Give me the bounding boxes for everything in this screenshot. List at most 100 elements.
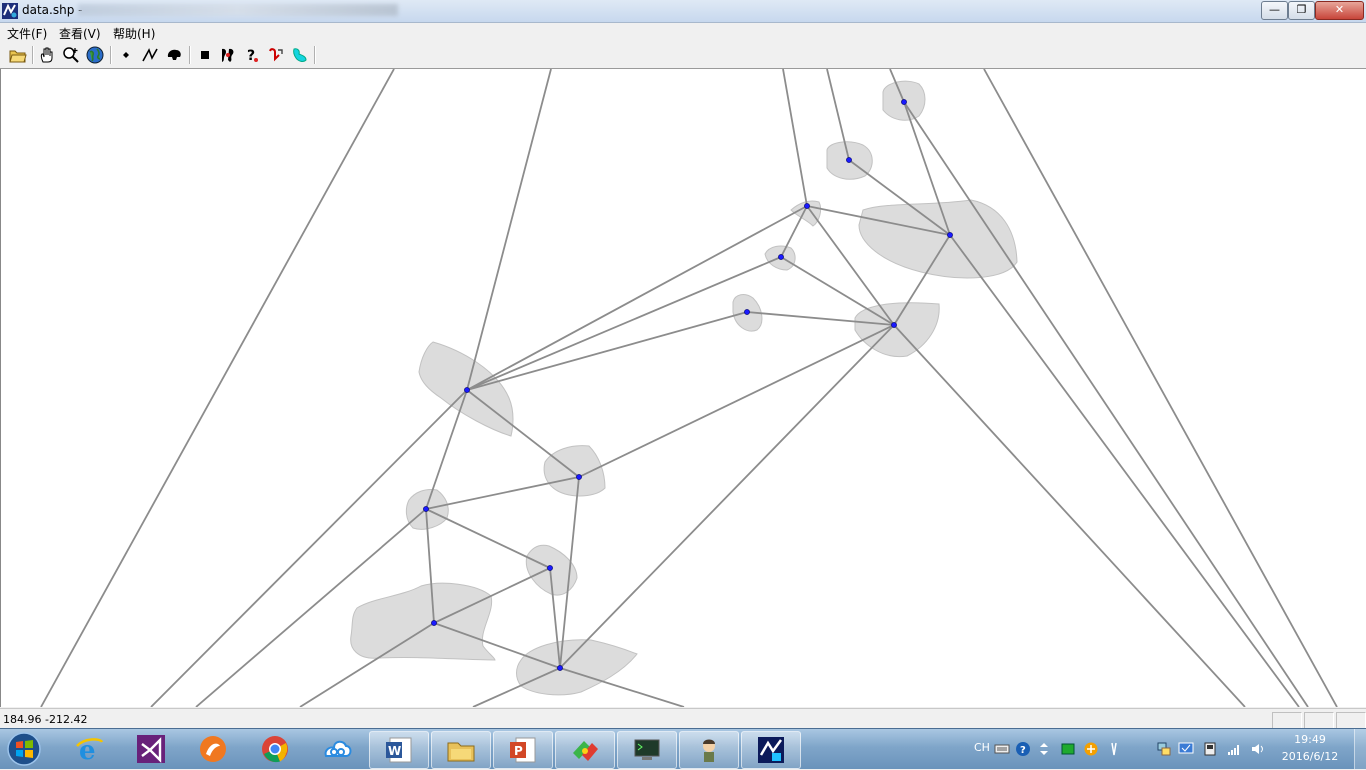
help-question-icon[interactable]: ?	[242, 45, 262, 65]
network-share-icon[interactable]	[1156, 741, 1172, 757]
clock-date[interactable]: 2016/6/12	[1278, 750, 1342, 763]
status-bar: 184.96 -212.42	[0, 708, 1366, 729]
system-tray: CH ? 19:49 2016/6/12	[968, 729, 1366, 769]
edge-line	[466, 311, 748, 391]
fill-color-icon[interactable]	[290, 45, 310, 65]
centroid-point[interactable]	[557, 665, 563, 671]
centroid-point[interactable]	[576, 474, 582, 480]
file-explorer-icon[interactable]	[431, 731, 491, 769]
keyboard-icon[interactable]	[994, 741, 1010, 757]
pen-tray-icon[interactable]	[1106, 741, 1122, 757]
square-stop-icon[interactable]	[195, 45, 215, 65]
chrome-icon[interactable]	[250, 731, 300, 767]
open-folder-icon[interactable]	[8, 45, 28, 65]
globe-full-extent-icon[interactable]	[85, 45, 105, 65]
edge-line	[466, 68, 552, 391]
baidu-cloud-icon[interactable]	[312, 731, 362, 767]
region-polygon[interactable]	[350, 582, 496, 661]
tray-arrows-icon[interactable]	[1036, 741, 1052, 757]
display-settings-icon[interactable]	[1178, 741, 1194, 757]
menu-bar: 文件(F) 查看(V) 帮助(H)	[0, 23, 1366, 42]
identify-icon[interactable]	[266, 45, 286, 65]
internet-explorer-icon[interactable]: e	[64, 731, 114, 767]
menu-view[interactable]: 查看(V)	[59, 25, 101, 42]
edge-line	[466, 256, 782, 391]
region-polygon[interactable]	[858, 199, 1018, 279]
edge-line	[893, 324, 1246, 708]
polyline-layer-icon[interactable]	[140, 45, 160, 65]
centroid-point[interactable]	[464, 387, 470, 393]
edge-line	[40, 68, 395, 708]
centroid-point[interactable]	[804, 203, 810, 209]
gis-app-icon[interactable]	[741, 731, 801, 769]
edge-line	[425, 476, 580, 510]
word-icon[interactable]: W	[369, 731, 429, 769]
visual-studio-icon[interactable]	[126, 731, 176, 767]
edge-line	[425, 389, 468, 510]
point-layer-icon[interactable]	[116, 45, 136, 65]
signal-strength-icon[interactable]	[1226, 741, 1242, 757]
region-polygon[interactable]	[543, 445, 606, 497]
svg-text:P: P	[514, 744, 523, 758]
status-panel	[1336, 712, 1366, 729]
menu-help[interactable]: 帮助(H)	[113, 25, 155, 42]
polygon-layer-icon[interactable]	[164, 45, 184, 65]
powerpoint-icon[interactable]: P	[493, 731, 553, 769]
svg-text:?: ?	[247, 48, 255, 64]
edge-line	[983, 68, 1338, 708]
centroid-point[interactable]	[431, 620, 437, 626]
centroid-point[interactable]	[947, 232, 953, 238]
volume-icon[interactable]	[1250, 741, 1266, 757]
show-desktop-button[interactable]	[1354, 729, 1366, 769]
edge-line	[150, 389, 468, 708]
edge-line	[559, 324, 895, 669]
centroid-point[interactable]	[744, 309, 750, 315]
centroid-point[interactable]	[778, 254, 784, 260]
map-canvas[interactable]	[0, 68, 1366, 708]
edge-line	[466, 205, 808, 391]
orange-tray-icon[interactable]	[1083, 741, 1099, 757]
ime-indicator[interactable]: CH	[974, 741, 990, 754]
centroid-point[interactable]	[423, 506, 429, 512]
polygon-layer	[350, 80, 1018, 696]
centroid-point[interactable]	[547, 565, 553, 571]
point-layer	[423, 99, 953, 671]
edge-line	[949, 234, 1300, 708]
minimize-button[interactable]: —	[1261, 1, 1288, 20]
map-svg[interactable]	[1, 68, 1366, 708]
edge-line	[780, 256, 895, 326]
edge-line	[903, 101, 1309, 708]
svg-text:W: W	[388, 744, 401, 758]
character-icon[interactable]	[679, 731, 739, 769]
maximize-button[interactable]: ❐	[1288, 1, 1315, 20]
toolbar: ?	[0, 42, 1366, 69]
centroid-point[interactable]	[901, 99, 907, 105]
edge-line	[425, 508, 551, 569]
clock-time[interactable]: 19:49	[1290, 733, 1330, 746]
cursor-coordinates: 184.96 -212.42	[3, 713, 88, 726]
zoom-in-icon[interactable]	[61, 45, 81, 65]
app-orange-icon[interactable]	[188, 731, 238, 767]
status-panel	[1272, 712, 1302, 729]
centroid-point[interactable]	[891, 322, 897, 328]
terminal-monitor-icon[interactable]	[617, 731, 677, 769]
close-button[interactable]: ✕	[1315, 1, 1364, 20]
help-circle-icon[interactable]: ?	[1015, 741, 1031, 757]
device-tray-icon[interactable]	[1202, 741, 1218, 757]
title-path-blurred	[78, 4, 398, 16]
window-title: data.shp -	[22, 3, 83, 17]
edge-line	[578, 324, 895, 478]
start-button[interactable]	[4, 731, 44, 767]
pan-hand-icon[interactable]	[37, 45, 57, 65]
edge-line	[466, 389, 580, 478]
menu-file[interactable]: 文件(F)	[7, 25, 47, 42]
app-colorful-icon[interactable]	[555, 731, 615, 769]
taskbar: e W P CH ? 19:49 2016/6/12	[0, 728, 1366, 769]
green-status-icon[interactable]	[1060, 741, 1076, 757]
status-panel	[1304, 712, 1334, 729]
title-bar: data.shp - — ❐ ✕	[0, 0, 1366, 23]
centroid-point[interactable]	[846, 157, 852, 163]
edge-line	[782, 68, 808, 207]
select-feature-icon[interactable]	[218, 45, 238, 65]
svg-text:?: ?	[1020, 745, 1026, 756]
